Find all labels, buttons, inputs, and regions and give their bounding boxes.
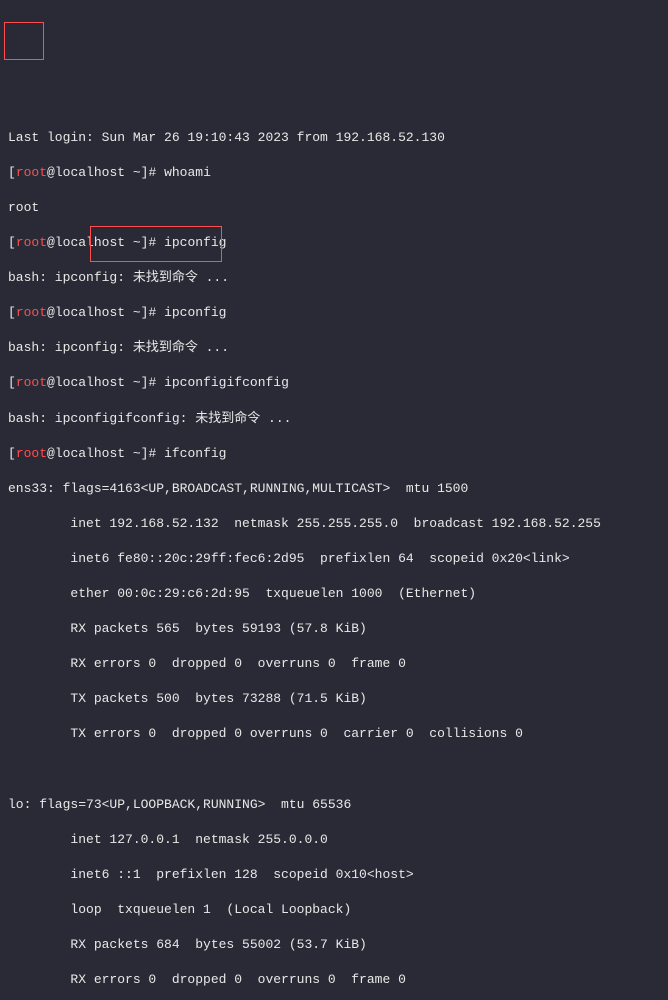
prompt-open: [ [8,165,16,180]
ifconfig-ens33-inet: inet 192.168.52.132 netmask 255.255.255.… [8,515,660,533]
ifconfig-ens33-tx-errors: TX errors 0 dropped 0 overruns 0 carrier… [8,725,660,743]
ifconfig-lo-inet: inet 127.0.0.1 netmask 255.0.0.0 [8,831,660,849]
output-ipconfig-1: bash: ipconfig: 未找到命令 ... [8,269,660,287]
prompt-line-5[interactable]: [root@localhost ~]# ifconfig [8,445,660,463]
ifconfig-lo-loop: loop txqueuelen 1 (Local Loopback) [8,901,660,919]
ifconfig-ens33-rx-errors: RX errors 0 dropped 0 overruns 0 frame 0 [8,655,660,673]
prompt-line-3[interactable]: [root@localhost ~]# ipconfig [8,304,660,322]
ifconfig-lo-rx-errors: RX errors 0 dropped 0 overruns 0 frame 0 [8,971,660,989]
prompt-at: @ [47,165,55,180]
prompt-path: ~ [125,165,141,180]
last-login-line: Last login: Sun Mar 26 19:10:43 2023 fro… [8,129,660,147]
prompt-line-4[interactable]: [root@localhost ~]# ipconfigifconfig [8,374,660,392]
ifconfig-ens33-rx-packets: RX packets 565 bytes 59193 (57.8 KiB) [8,620,660,638]
prompt-host: localhost [55,165,125,180]
output-ipconfigifconfig: bash: ipconfigifconfig: 未找到命令 ... [8,410,660,428]
ifconfig-ens33-tx-packets: TX packets 500 bytes 73288 (71.5 KiB) [8,690,660,708]
command-ifconfig: ifconfig [164,446,226,461]
highlight-box-root [4,22,44,60]
ifconfig-lo-rx-packets: RX packets 684 bytes 55002 (53.7 KiB) [8,936,660,954]
ifconfig-ens33-ether: ether 00:0c:29:c6:2d:95 txqueuelen 1000 … [8,585,660,603]
command-ipconfig-2: ipconfig [164,305,226,320]
prompt-user: root [16,165,47,180]
prompt-line-1[interactable]: [root@localhost ~]# whoami [8,164,660,182]
command-ipconfigifconfig: ipconfigifconfig [164,375,289,390]
prompt-close: ]# [141,165,164,180]
command-whoami: whoami [164,165,211,180]
prompt-line-2[interactable]: [root@localhost ~]# ipconfig [8,234,660,252]
command-ipconfig-1: ipconfig [164,235,226,250]
ifconfig-lo-header: lo: flags=73<UP,LOOPBACK,RUNNING> mtu 65… [8,796,660,814]
ifconfig-ens33-inet6: inet6 fe80::20c:29ff:fec6:2d95 prefixlen… [8,550,660,568]
blank-line-1 [8,761,660,779]
ifconfig-lo-inet6: inet6 ::1 prefixlen 128 scopeid 0x10<hos… [8,866,660,884]
ifconfig-ens33-header: ens33: flags=4163<UP,BROADCAST,RUNNING,M… [8,480,660,498]
output-whoami: root [8,199,660,217]
output-ipconfig-2: bash: ipconfig: 未找到命令 ... [8,339,660,357]
